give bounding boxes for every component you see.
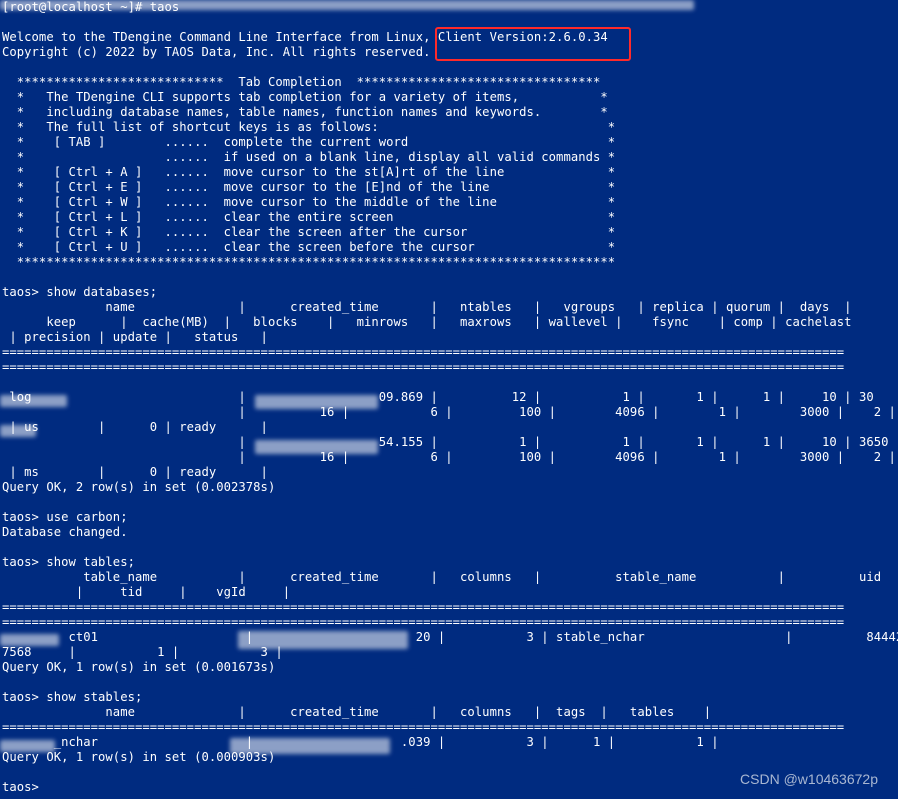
query-summary-2: Query OK, 1 row(s) in set (0.001673s) <box>2 660 275 674</box>
help-line: * including database names, table names,… <box>2 105 608 119</box>
help-shortcut-ctrl-a: * [ Ctrl + A ] ...... move cursor to the… <box>2 165 615 179</box>
rule: ========================================… <box>2 360 844 374</box>
tables-header-1: table_name | created_time | columns | st… <box>2 570 881 584</box>
redaction-blur <box>238 631 408 649</box>
tables-header-2: | tid | vgId | <box>2 585 290 599</box>
prompt-show-stables[interactable]: taos> show stables; <box>2 690 142 704</box>
terminal[interactable]: [root@localhost ~]# taos Welcome to the … <box>0 0 898 799</box>
help-line: * The full list of shortcut keys is as f… <box>2 120 615 134</box>
prompt-empty[interactable]: taos> <box>2 780 46 794</box>
db-row-log-c: | us | 0 | ready | <box>2 420 268 434</box>
db-header-3: | precision | update | status | <box>2 330 268 344</box>
help-rule-bottom: ****************************************… <box>2 255 615 269</box>
db-row2-c: | ms | 0 | ready | <box>2 465 268 479</box>
prompt-show-tables[interactable]: taos> show tables; <box>2 555 135 569</box>
prompt-use-carbon[interactable]: taos> use carbon; <box>2 510 128 524</box>
help-shortcut-ctrl-l: * [ Ctrl + L ] ...... clear the entire s… <box>2 210 615 224</box>
db-row2-b: | 16 | 6 | 100 | 4096 | 1 | 3000 | 2 | 0 <box>2 450 898 464</box>
redaction-blur <box>0 395 67 407</box>
rule: ========================================… <box>2 345 844 359</box>
help-shortcut-ctrl-e: * [ Ctrl + E ] ...... move cursor to the… <box>2 180 615 194</box>
prompt-show-databases[interactable]: taos> show databases; <box>2 285 157 299</box>
copyright-text: Copyright (c) 2022 by TAOS Data, Inc. Al… <box>2 45 430 59</box>
table-row-a: ct01 | 20 | 3 | stable_nchar | 844424946… <box>2 630 898 644</box>
help-line: * The TDengine CLI supports tab completi… <box>2 90 608 104</box>
rule: ========================================… <box>2 600 844 614</box>
database-changed: Database changed. <box>2 525 128 539</box>
help-shortcut-tab2: * ...... if used on a blank line, displa… <box>2 150 615 164</box>
highlight-client-version <box>435 27 631 61</box>
db-header-1: name | created_time | ntables | vgroups … <box>2 300 852 314</box>
redaction-blur <box>0 634 59 646</box>
help-shortcut-ctrl-w: * [ Ctrl + W ] ...... move cursor to the… <box>2 195 615 209</box>
help-shortcut-ctrl-u: * [ Ctrl + U ] ...... clear the screen b… <box>2 240 615 254</box>
help-shortcut-ctrl-k: * [ Ctrl + K ] ...... clear the screen a… <box>2 225 615 239</box>
redaction-blur <box>255 395 378 409</box>
db-header-2: keep | cache(MB) | blocks | minrows | ma… <box>2 315 852 329</box>
help-rule-top: **************************** Tab Complet… <box>2 75 600 89</box>
query-summary-1: Query OK, 2 row(s) in set (0.002378s) <box>2 480 275 494</box>
redaction-blur <box>0 0 694 10</box>
rule: ========================================… <box>2 615 844 629</box>
redaction-blur <box>0 740 55 752</box>
rule: ========================================… <box>2 720 844 734</box>
watermark: CSDN @w10463672p <box>740 771 878 787</box>
redaction-blur <box>0 425 36 437</box>
db-row2-a: | 54.155 | 1 | 1 | 1 | 1 | 10 | 3650 <box>2 435 889 449</box>
db-row-log-b: | 16 | 6 | 100 | 4096 | 1 | 3000 | 2 | 0 <box>2 405 898 419</box>
redaction-blur <box>230 738 390 754</box>
redaction-blur <box>255 440 378 454</box>
stables-header: name | created_time | columns | tags | t… <box>2 705 711 719</box>
help-shortcut-tab: * [ TAB ] ...... complete the current wo… <box>2 135 615 149</box>
db-row-log-a: log | 09.869 | 12 | 1 | 1 | 1 | 10 | 30 <box>2 390 874 404</box>
